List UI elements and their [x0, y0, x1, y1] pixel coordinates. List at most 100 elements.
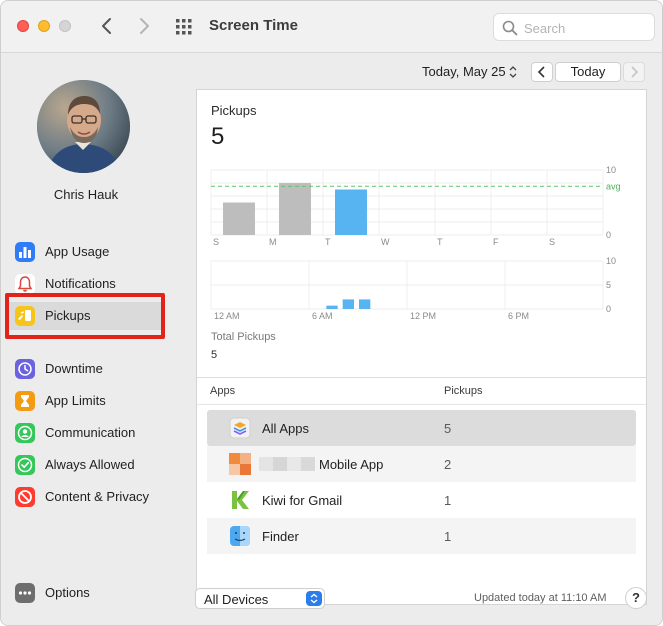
chart-title: Pickups — [211, 103, 257, 118]
back-button[interactable] — [96, 14, 118, 38]
app-pickup-count: 1 — [444, 493, 452, 508]
x-tick-label: 6 PM — [508, 311, 529, 321]
sidebar: Chris Hauk App Usage Notifications Picku… — [1, 54, 171, 625]
table-row[interactable]: Mobile App 2 — [207, 446, 636, 482]
x-tick-label: M — [269, 237, 277, 247]
bar — [279, 183, 311, 235]
x-tick-label: T — [437, 237, 443, 247]
y-tick-label: 0 — [606, 230, 611, 240]
sidebar-item-always-allowed[interactable]: Always Allowed — [7, 451, 165, 479]
sidebar-item-label: Communication — [45, 425, 136, 440]
window-title: Screen Time — [209, 17, 298, 34]
table-row[interactable]: All Apps 5 — [207, 410, 636, 446]
sidebar-item-label: Always Allowed — [45, 457, 135, 472]
chevron-left-icon — [537, 66, 545, 78]
stack-layers-icon — [229, 417, 251, 439]
sidebar-item-label: App Limits — [45, 393, 106, 408]
search-box[interactable] — [493, 13, 655, 41]
sidebar-item-app-limits[interactable]: App Limits — [7, 387, 165, 415]
bar — [326, 305, 338, 309]
average-label: avg — [606, 181, 621, 191]
pickups-charts: S M T W T F Savg 0 10 12 AM 6 AM 12 PM 6 PM 0 5 10 — [210, 165, 621, 321]
hourglass-icon — [15, 391, 35, 411]
finder-icon — [229, 525, 251, 547]
user-name: Chris Hauk — [53, 187, 119, 202]
highlight-annotation-box — [5, 293, 165, 339]
restricted-icon — [15, 487, 35, 507]
blurred-text-placeholder — [259, 457, 315, 471]
search-icon — [502, 20, 518, 36]
next-day-button[interactable] — [623, 62, 645, 82]
kiwi-icon — [229, 489, 251, 511]
x-tick-label: W — [381, 237, 390, 247]
checkmark-icon — [15, 455, 35, 475]
total-pickups-label: Total Pickups — [211, 331, 276, 343]
toolbar: Screen Time — [1, 1, 662, 53]
y-tick-label: 5 — [606, 280, 611, 290]
bar — [335, 189, 367, 235]
app-pickup-count: 2 — [444, 457, 452, 472]
downtime-clock-icon — [15, 359, 35, 379]
bar — [223, 202, 255, 235]
x-tick-label: F — [493, 237, 499, 247]
sidebar-item-label: Content & Privacy — [45, 489, 150, 504]
sidebar-item-label: App Usage — [45, 244, 110, 259]
more-dots-icon — [15, 583, 35, 603]
avatar[interactable] — [37, 80, 130, 173]
minimize-window-button[interactable] — [38, 20, 50, 32]
x-tick-label: 12 AM — [214, 311, 240, 321]
x-tick-label: T — [325, 237, 331, 247]
bar-chart-icon — [15, 242, 35, 262]
app-pickup-count: 1 — [444, 529, 452, 544]
table-row[interactable]: Finder 1 — [207, 518, 636, 554]
bar — [359, 299, 371, 309]
y-tick-label: 0 — [606, 304, 611, 314]
grid-icon — [176, 19, 192, 35]
bar — [342, 299, 354, 309]
total-pickups-value: 5 — [211, 349, 218, 361]
sidebar-item-label: Downtime — [45, 361, 103, 376]
date-dropdown-icon[interactable] — [508, 65, 518, 79]
screen-time-window: Screen Time Search Chris Hauk App Usage … — [0, 0, 663, 626]
previous-day-button[interactable] — [531, 62, 553, 82]
help-button[interactable]: ? — [625, 587, 647, 609]
x-tick-label: 12 PM — [410, 311, 436, 321]
table-row[interactable]: Kiwi for Gmail 1 — [207, 482, 636, 518]
zoom-window-button[interactable] — [59, 20, 71, 32]
devices-select[interactable]: All Devices — [195, 588, 325, 609]
main-content: Today, May 25 Today Pickups 5 S M T W T F Savg… — [172, 54, 662, 625]
y-tick-label: 10 — [606, 256, 616, 266]
close-window-button[interactable] — [17, 20, 29, 32]
options-button[interactable]: Options — [7, 579, 165, 607]
sidebar-item-label: Notifications — [45, 276, 116, 291]
column-header-pickups[interactable]: Pickups — [444, 385, 483, 397]
chart-total: 5 — [211, 123, 225, 150]
sidebar-item-downtime[interactable]: Downtime — [7, 355, 165, 383]
sidebar-item-app-usage[interactable]: App Usage — [7, 238, 165, 266]
x-tick-label: S — [213, 237, 219, 247]
bell-icon — [15, 274, 35, 294]
date-label: Today, May 25 — [422, 64, 506, 79]
blurred-app-icon — [229, 453, 251, 475]
app-name: Mobile App — [319, 457, 384, 472]
person-circle-icon — [15, 423, 35, 443]
y-tick-label: 10 — [606, 165, 616, 175]
search-input[interactable] — [524, 18, 648, 38]
devices-select-value: All Devices — [204, 592, 269, 607]
chevron-right-icon — [140, 18, 149, 34]
forward-button[interactable] — [133, 14, 155, 38]
app-pickup-count: 5 — [444, 421, 452, 436]
chevron-right-icon — [631, 66, 639, 78]
updated-status-text: Updated today at 11:10 AM — [474, 592, 607, 604]
column-header-apps[interactable]: Apps — [210, 385, 235, 397]
show-all-preferences-button[interactable] — [174, 17, 194, 37]
today-button[interactable]: Today — [555, 62, 621, 82]
app-name: All Apps — [262, 421, 309, 436]
app-name: Kiwi for Gmail — [262, 493, 343, 508]
sidebar-item-communication[interactable]: Communication — [7, 419, 165, 447]
sidebar-item-content-privacy[interactable]: Content & Privacy — [7, 483, 165, 511]
hourly-pickups-chart: 12 AM 6 AM 12 PM 6 PM 0 5 10 — [210, 256, 616, 321]
user-photo-icon — [37, 80, 130, 173]
app-name: Finder — [262, 529, 299, 544]
options-label: Options — [45, 585, 90, 600]
